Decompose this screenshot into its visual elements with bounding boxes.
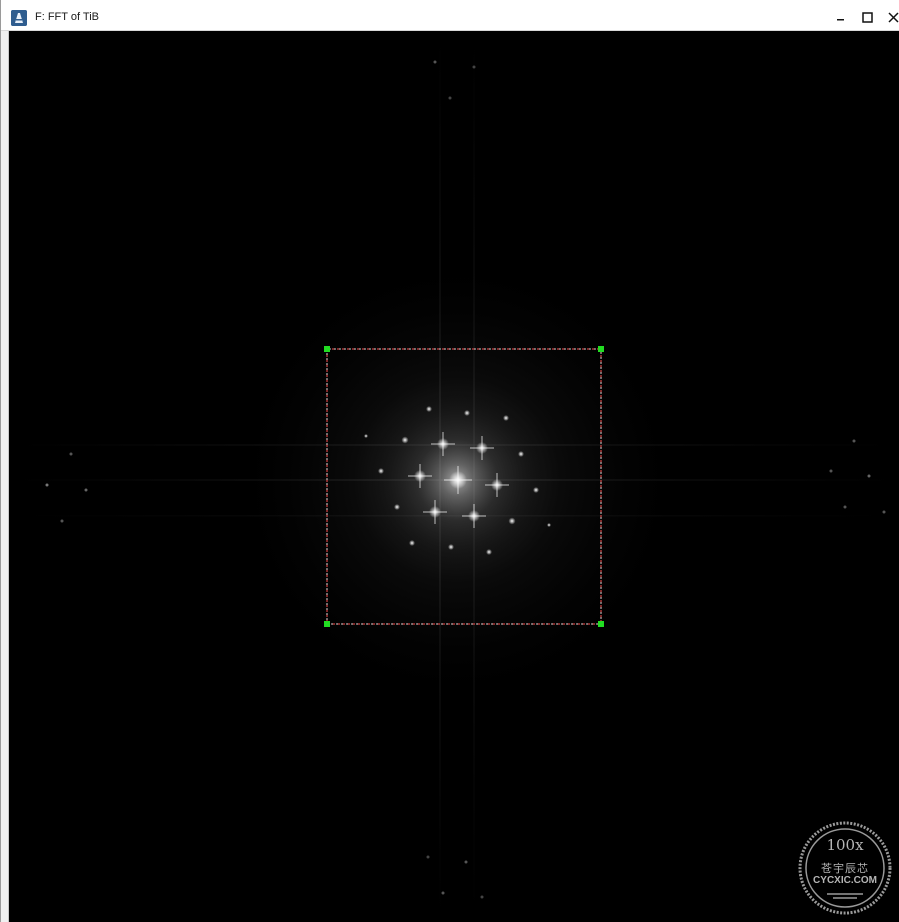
- minimize-button[interactable]: [831, 6, 853, 28]
- maximize-button[interactable]: [857, 6, 879, 28]
- fft-image-canvas[interactable]: [9, 31, 899, 922]
- roi-handle-bottom-right[interactable]: [598, 621, 604, 627]
- watermark-cn-text: 苍宇辰芯: [821, 863, 869, 875]
- window-title: F: FFT of TiB: [35, 11, 99, 23]
- maximize-icon: [862, 12, 873, 23]
- close-icon: [888, 12, 899, 23]
- title-bar[interactable]: F: FFT of TiB: [1, 0, 899, 31]
- window-left-border: [1, 31, 9, 922]
- watermark-url: CYCXIC.COM: [813, 875, 877, 886]
- watermark-stamp: 100x 苍宇辰芯 CYCXIC.COM: [797, 820, 893, 916]
- close-button[interactable]: [883, 6, 899, 28]
- roi-handle-bottom-left[interactable]: [324, 621, 330, 627]
- roi-handle-top-left[interactable]: [324, 346, 330, 352]
- fft-image: [9, 31, 899, 922]
- watermark-zoom: 100x: [826, 836, 864, 854]
- minimize-icon: [837, 19, 844, 21]
- imagej-app-icon: [11, 10, 27, 26]
- roi-handle-top-right[interactable]: [598, 346, 604, 352]
- image-window: F: FFT of TiB 100x 苍宇辰芯 CYCXIC.COM: [0, 0, 899, 922]
